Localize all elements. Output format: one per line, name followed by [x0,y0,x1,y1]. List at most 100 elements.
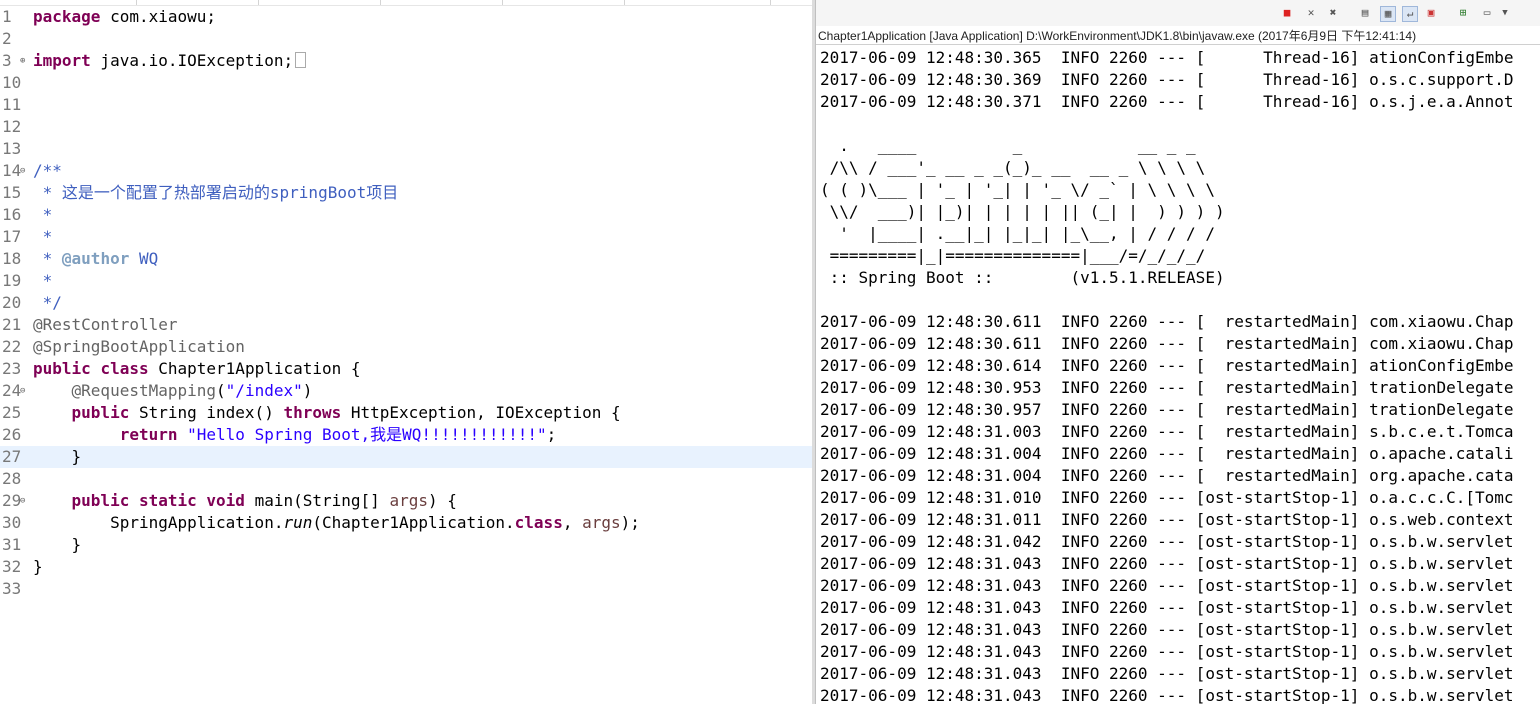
code-line[interactable]: 33 [0,578,812,600]
console-line: 2017-06-09 12:48:30.957 INFO 2260 --- [ … [820,400,1514,419]
collapse-fold-icon[interactable]: ⊖ [20,160,30,182]
line-number: 17 [2,227,22,246]
code-line[interactable]: 29 ⊖ public static void main(String[] arg… [0,490,812,512]
code-token: String index() [129,403,284,422]
console-line: 2017-06-09 12:48:30.611 INFO 2260 --- [ … [820,312,1514,331]
code-text: */ [33,292,62,314]
code-token: HttpException, IOException { [341,403,621,422]
code-line[interactable]: 23 public class Chapter1Application { [0,358,812,380]
console-line: 2017-06-09 12:48:30.371 INFO 2260 --- [ … [820,92,1514,111]
code-line[interactable]: 32} [0,556,812,578]
console-line: 2017-06-09 12:48:31.043 INFO 2260 --- [o… [820,554,1514,573]
code-text: public String index() throws HttpExcepti… [33,402,621,424]
console-line: 2017-06-09 12:48:31.004 INFO 2260 --- [ … [820,444,1514,463]
console-line: 2017-06-09 12:48:31.042 INFO 2260 --- [o… [820,532,1514,551]
remove-launch-icon[interactable]: ✕ [1304,6,1318,20]
console-line: 2017-06-09 12:48:30.953 INFO 2260 --- [ … [820,378,1514,397]
code-token: @author [61,249,130,268]
console-line: ( ( )\___ | '_ | '_| | '_ \/ _` | \ \ \ … [820,180,1215,199]
code-token: @SpringBootApplication [33,337,245,356]
code-token: static [138,491,197,510]
code-text: } [33,556,43,578]
code-line[interactable]: 2 [0,28,812,50]
line-number: 29 [2,491,22,510]
code-line[interactable]: 13 [0,138,812,160]
view-menu-icon[interactable]: ▼ [1498,6,1512,20]
word-wrap-icon[interactable]: ↵ [1402,6,1418,22]
line-number: 27 [2,447,22,466]
line-number: 25 [2,403,22,422]
code-line[interactable]: 17 * [0,226,812,248]
code-token: * [33,205,53,224]
code-line[interactable]: 19 * [0,270,812,292]
code-token: , [562,513,583,532]
code-line[interactable]: 11 [0,94,812,116]
console-line: 2017-06-09 12:48:31.011 INFO 2260 --- [o… [820,510,1514,529]
code-line[interactable]: 28 [0,468,812,490]
code-text: * 这是一个配置了热部署启动的springBoot项目 [33,182,399,204]
collapse-fold-icon[interactable]: ⊖ [20,380,30,402]
code-text: import java.io.IOException; [33,50,307,72]
line-number: 20 [2,293,22,312]
line-number: 16 [2,205,22,224]
console-toolbar: ■ ✕ ✖ ▤ ▦ ↵ ▣ ⊞ ▭ ▼ [816,0,1540,26]
code-line[interactable]: 3 ⊕ import java.io.IOException; [0,50,812,72]
code-token: ; [546,425,557,444]
line-number: 24 [2,381,22,400]
code-text: SpringApplication.run(Chapter1Applicatio… [33,512,640,534]
clear-console-icon[interactable]: ▤ [1358,6,1372,20]
remove-all-launches-icon[interactable]: ✖ [1326,6,1340,20]
code-line[interactable]: 21 @RestController [0,314,812,336]
code-token: com.xiaowu; [100,7,217,26]
code-line[interactable]: 12 [0,116,812,138]
pin-console-icon[interactable]: ▣ [1424,6,1438,20]
console-line: :: Spring Boot :: (v1.5.1.RELEASE) [820,268,1225,287]
console-line: =========|_|==============|___/=/_/_/_/ [820,246,1206,265]
code-token: "/index" [225,381,303,400]
code-token: return [119,425,178,444]
console-line: ' |____| .__|_| |_|_| |_\__, | / / / / [820,224,1215,243]
code-line[interactable]: 14 ⊖/** [0,160,812,182]
code-line[interactable]: 25 public String index() throws HttpExce… [0,402,812,424]
code-line[interactable]: 27 } [0,446,812,468]
scroll-lock-icon[interactable]: ▦ [1380,6,1396,22]
code-line[interactable]: 30 SpringApplication.run(Chapter1Applica… [0,512,812,534]
line-number: 19 [2,271,22,290]
expand-fold-icon[interactable]: ⊕ [20,50,30,72]
code-token: args [582,513,621,532]
code-token: throws [283,403,342,422]
code-line[interactable]: 16 * [0,204,812,226]
code-editor[interactable]: 1 package com.xiaowu; 2 3 ⊕ import java.io.IO… [0,0,812,704]
new-console-icon[interactable]: ⊞ [1456,6,1470,20]
code-line[interactable]: 15 * 这是一个配置了热部署启动的springBoot项目 [0,182,812,204]
collapse-fold-icon[interactable]: ⊖ [20,490,30,512]
code-token: @RestController [33,315,178,334]
code-line[interactable]: 18 * @author WQ [0,248,812,270]
folded-imports-icon[interactable] [295,52,307,68]
code-text: @SpringBootApplication [33,336,245,358]
code-line[interactable]: 31 } [0,534,812,556]
code-line[interactable]: 1 package com.xiaowu; [0,6,812,28]
console-view[interactable]: ■ ✕ ✖ ▤ ▦ ↵ ▣ ⊞ ▭ ▼ Chapter1Application … [816,0,1540,704]
code-token: ) [302,381,313,400]
code-line[interactable]: 22 @SpringBootApplication [0,336,812,358]
code-text: return "Hello Spring Boot,我是WQ!!!!!!!!!!… [33,424,557,446]
code-line[interactable]: 10 [0,72,812,94]
console-line: 2017-06-09 12:48:31.043 INFO 2260 --- [o… [820,620,1514,639]
code-line[interactable]: 24 ⊖ @RequestMapping("/index") [0,380,812,402]
line-number: 11 [2,95,22,114]
code-line[interactable]: 26 return "Hello Spring Boot,我是WQ!!!!!!!… [0,424,812,446]
code-token: WQ [129,249,159,268]
code-line[interactable]: 20 */ [0,292,812,314]
code-text: public class Chapter1Application { [33,358,361,380]
code-text: } [33,446,82,468]
code-token: } [33,447,82,466]
display-selected-console-icon[interactable]: ▭ [1480,6,1494,20]
terminate-icon[interactable]: ■ [1280,6,1294,20]
code-token: (Chapter1Application. [312,513,515,532]
line-number: 21 [2,315,22,334]
